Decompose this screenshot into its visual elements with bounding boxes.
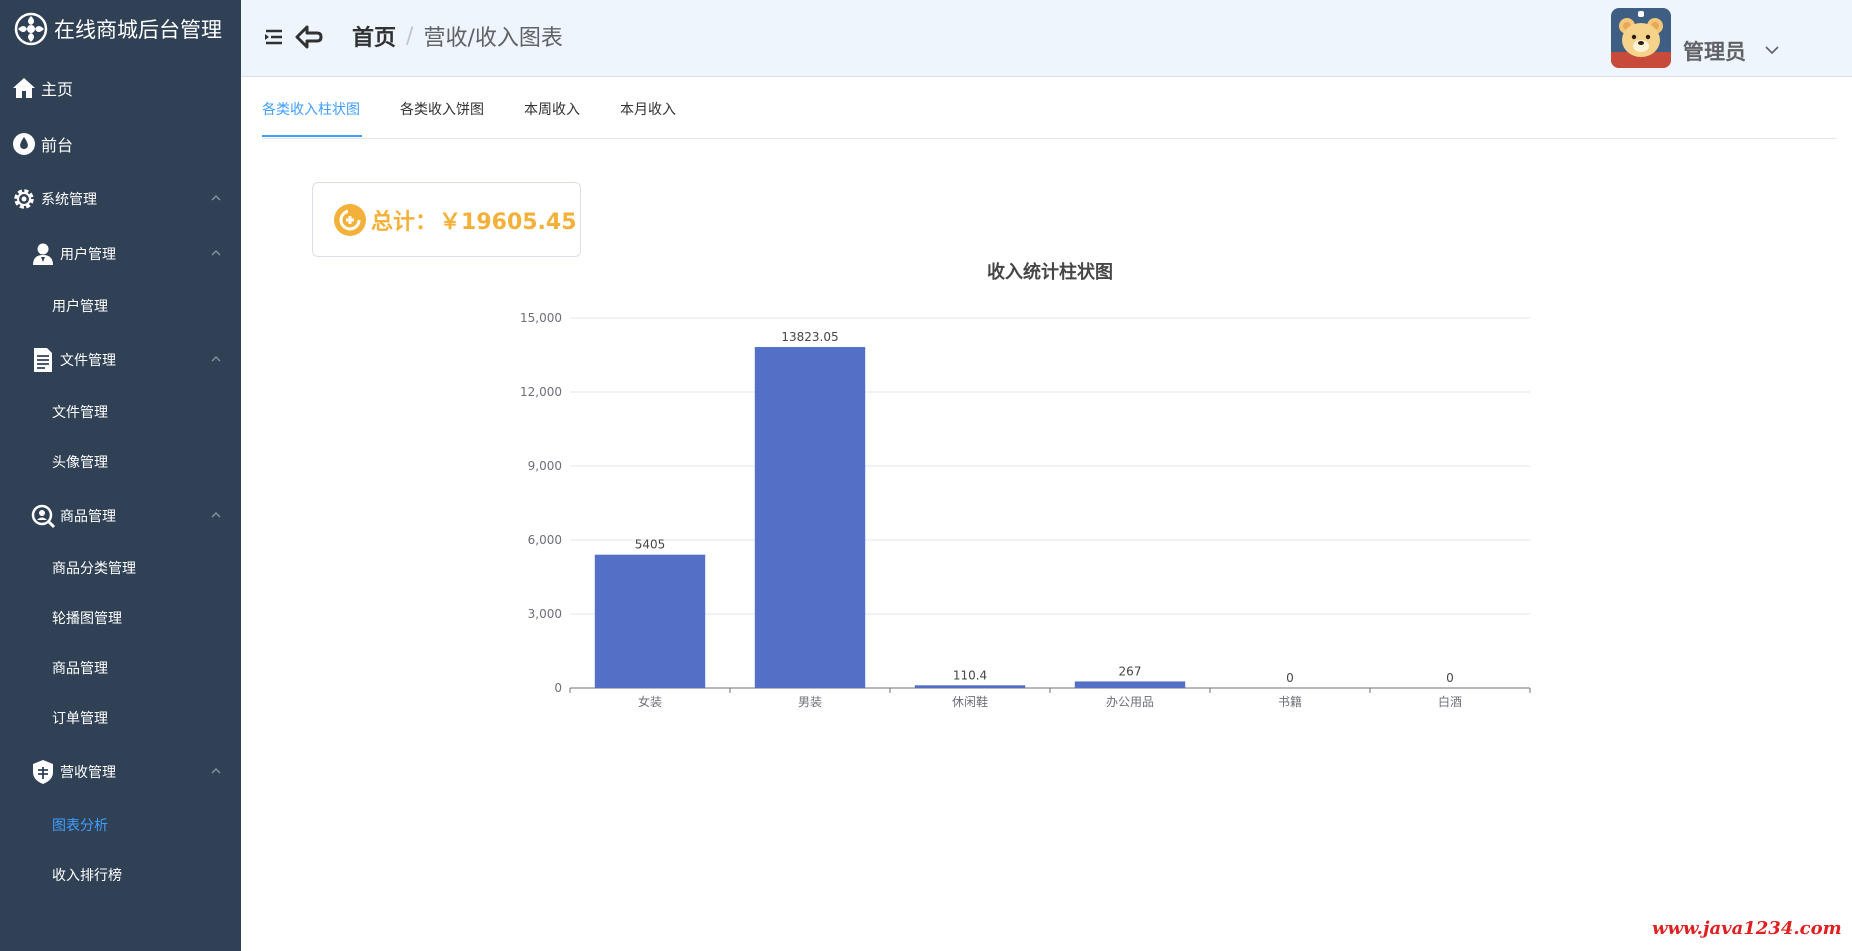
y-tick-label: 3,000 [528, 607, 562, 621]
sidebar-group-goods[interactable]: 商品管理 [0, 496, 241, 536]
data-label: 13823.05 [781, 330, 838, 344]
sidebar-item-label: 用户管理 [52, 299, 108, 315]
tab-weekly-income[interactable]: 本周收入 [524, 100, 580, 138]
total-card: 总计： ￥19605.45 [312, 182, 581, 257]
sidebar-item-label: 商品管理 [60, 509, 116, 525]
sidebar-item-label: 头像管理 [52, 455, 108, 471]
chevron-up-icon [211, 356, 221, 362]
bar [594, 554, 706, 688]
header: 首页 / 营收/收入图表 管理员 [241, 0, 1852, 77]
tab-bar-chart[interactable]: 各类收入柱状图 [262, 100, 360, 138]
x-tick-label: 男装 [798, 695, 822, 709]
data-label: 0 [1286, 671, 1294, 685]
username[interactable]: 管理员 [1683, 36, 1746, 66]
sidebar-item-label: 用户管理 [60, 247, 116, 263]
sidebar-item-revenue-ranking[interactable]: 收入排行榜 [0, 855, 241, 895]
home-icon [11, 75, 37, 101]
sidebar-item-label: 商品分类管理 [52, 561, 136, 577]
menu-fold-icon[interactable] [263, 26, 285, 48]
sidebar-item-home[interactable]: 主页 [0, 68, 241, 108]
x-tick-label: 休闲鞋 [952, 694, 988, 709]
tab-pie-chart[interactable]: 各类收入饼图 [400, 100, 484, 138]
drop-icon [11, 131, 37, 157]
sidebar-item-label: 图表分析 [52, 818, 108, 834]
avatar[interactable] [1611, 8, 1671, 68]
sidebar-item-chart-analysis[interactable]: 图表分析 [0, 805, 241, 845]
user-icon [30, 241, 56, 267]
sidebar-item-label: 前台 [41, 136, 74, 155]
chevron-up-icon [211, 250, 221, 256]
sidebar-item-order-management[interactable]: 订单管理 [0, 698, 241, 738]
bar [1074, 681, 1186, 688]
chevron-up-icon [211, 195, 221, 201]
magnifier-icon [30, 503, 56, 529]
y-tick-label: 0 [554, 681, 562, 695]
back-arrow-icon[interactable] [295, 24, 323, 50]
watermark: www.java1234.com [1652, 918, 1842, 939]
sidebar-item-label: 主页 [41, 80, 74, 99]
sidebar-item-label: 营收管理 [60, 765, 116, 781]
total-label: 总计： [371, 209, 438, 235]
sidebar-item-carousel-management[interactable]: 轮播图管理 [0, 598, 241, 638]
bar [754, 347, 866, 688]
sidebar-item-avatar-management[interactable]: 头像管理 [0, 442, 241, 482]
coin-icon [334, 203, 366, 236]
bar-chart: 0 3,000 6,000 9,000 12,000 15,000 5405 女装 13823.… [520, 311, 1531, 709]
breadcrumb-home[interactable]: 首页 [352, 20, 396, 52]
sidebar-item-frontend[interactable]: 前台 [0, 124, 241, 164]
y-tick-label: 6,000 [528, 533, 562, 547]
y-tick-label: 15,000 [520, 311, 562, 325]
breadcrumb-separator: / [406, 23, 414, 49]
tab-bar: 各类收入柱状图 各类收入饼图 本周收入 本月收入 [262, 100, 1837, 139]
sidebar-item-user-management[interactable]: 用户管理 [0, 286, 241, 326]
chart-title: 收入统计柱状图 [987, 262, 1113, 283]
shield-icon [30, 759, 56, 785]
sidebar-item-file-management[interactable]: 文件管理 [0, 392, 241, 432]
sidebar-item-label: 系统管理 [41, 192, 97, 208]
sidebar-item-label: 订单管理 [52, 711, 108, 727]
data-label: 0 [1446, 671, 1454, 685]
sidebar-item-label: 文件管理 [52, 405, 108, 421]
tab-active-indicator [262, 135, 362, 137]
sidebar-item-label: 收入排行榜 [52, 868, 122, 884]
x-tick-label: 白酒 [1438, 694, 1462, 709]
data-label: 267 [1119, 664, 1142, 678]
tab-monthly-income[interactable]: 本月收入 [620, 100, 676, 138]
y-tick-label: 9,000 [528, 459, 562, 473]
y-tick-label: 12,000 [520, 385, 562, 399]
sidebar-group-file[interactable]: 文件管理 [0, 340, 241, 380]
chevron-up-icon [211, 768, 221, 774]
chevron-down-icon[interactable] [1764, 44, 1780, 56]
sidebar-item-system[interactable]: 系统管理 [0, 179, 241, 219]
chevron-up-icon [211, 512, 221, 518]
sidebar-group-user[interactable]: 用户管理 [0, 234, 241, 274]
sidebar-group-revenue[interactable]: 营收管理 [0, 752, 241, 792]
app-title: 在线商城后台管理 [54, 18, 222, 42]
sidebar-item-goods-management[interactable]: 商品管理 [0, 648, 241, 688]
brand: 在线商城后台管理 [14, 10, 222, 48]
sidebar-item-category-management[interactable]: 商品分类管理 [0, 548, 241, 588]
data-label: 110.4 [953, 668, 987, 682]
x-tick-label: 办公用品 [1106, 694, 1154, 709]
sidebar-item-label: 文件管理 [60, 353, 116, 369]
total-value: ￥19605.45 [439, 209, 577, 235]
sidebar-item-label: 商品管理 [52, 661, 108, 677]
breadcrumb-current: 营收/收入图表 [423, 26, 563, 51]
x-tick-label: 女装 [638, 694, 662, 709]
logo-icon [14, 12, 48, 46]
sidebar-item-label: 轮播图管理 [52, 611, 122, 627]
bar [914, 685, 1026, 688]
document-icon [30, 347, 56, 373]
x-tick-label: 书籍 [1278, 694, 1302, 709]
sidebar: 在线商城后台管理 主页 前台 系统管理 用户管理 用户管理 文件管理 文件管理 … [0, 0, 241, 951]
breadcrumb: 首页 / 营收/收入图表 [352, 20, 563, 52]
data-label: 5405 [635, 538, 666, 552]
gear-icon [11, 186, 37, 212]
